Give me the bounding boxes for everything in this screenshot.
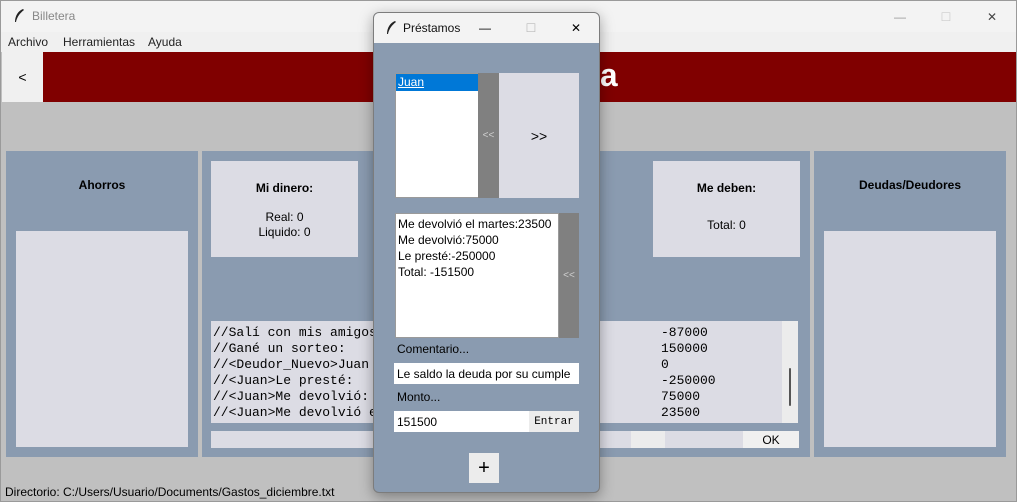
dialog-title: Préstamos <box>403 21 461 35</box>
amount-input[interactable]: 151500 <box>394 411 529 432</box>
log-amount: 75000 <box>661 389 701 404</box>
ahorros-list[interactable] <box>16 231 188 447</box>
close-button[interactable]: ✕ <box>969 1 1015 32</box>
log-amount: 23500 <box>661 405 701 420</box>
dialog-maximize-button[interactable]: ☐ <box>508 13 554 43</box>
plus-icon: + <box>478 456 490 479</box>
prestamos-dialog: Préstamos — ☐ ✕ Juan << >> Me devolvió e… <box>373 12 600 493</box>
menu-herramientas[interactable]: Herramientas <box>63 35 135 49</box>
entry-field-3[interactable] <box>665 431 743 448</box>
log-scroll-thumb[interactable] <box>789 368 791 406</box>
deudas-panel: Deudas/Deudores <box>814 151 1006 457</box>
log-amount: 150000 <box>661 341 708 356</box>
move-left-button[interactable]: << <box>478 73 499 198</box>
history-item[interactable]: Me devolvió el martes:23500 <box>398 216 558 232</box>
mi-dinero-liquido: Liquido: 0 <box>258 225 311 239</box>
enter-button[interactable]: Entrar <box>529 411 579 432</box>
minimize-button[interactable]: — <box>877 1 923 32</box>
history-item[interactable]: Me devolvió:75000 <box>398 232 558 248</box>
dialog-minimize-button[interactable]: — <box>462 13 508 43</box>
me-deben-box: Me deben: Total: 0 <box>653 161 800 257</box>
ahorros-panel: Ahorros <box>6 151 198 457</box>
add-button[interactable]: + <box>469 453 499 483</box>
dialog-close-button[interactable]: ✕ <box>553 13 599 43</box>
status-bar: Directorio: C:/Users/Usuario/Documents/G… <box>5 485 335 499</box>
feather-icon <box>15 9 24 22</box>
window-title: Billetera <box>32 9 76 23</box>
comment-input[interactable]: Le saldo la deuda por su cumple <box>394 363 579 384</box>
me-deben-title: Me deben: <box>696 181 757 195</box>
me-deben-total: Total: 0 <box>707 218 746 232</box>
debtor-item[interactable]: Juan <box>396 74 478 91</box>
log-amount: 0 <box>661 357 669 372</box>
deudas-list[interactable] <box>824 231 996 447</box>
log-amount: -250000 <box>661 373 716 388</box>
log-scrollbar[interactable] <box>782 321 798 423</box>
history-item[interactable]: Total: -151500 <box>398 264 558 280</box>
debtor-listbox[interactable]: Juan <box>395 73 479 198</box>
dialog-title-bar: Préstamos — ☐ ✕ <box>374 13 599 43</box>
back-button[interactable]: < <box>2 52 43 102</box>
feather-icon <box>387 21 396 34</box>
amount-label: Monto... <box>397 390 441 404</box>
history-item[interactable]: Le presté:-250000 <box>398 248 558 264</box>
maximize-button[interactable]: ☐ <box>923 1 969 32</box>
mi-dinero-real: Real: 0 <box>265 210 304 224</box>
comment-label: Comentario... <box>397 342 470 356</box>
entry-field-2[interactable] <box>631 431 665 448</box>
history-remove-button[interactable]: << <box>559 213 579 338</box>
menu-archivo[interactable]: Archivo <box>8 35 48 49</box>
ok-button[interactable]: OK <box>743 431 799 448</box>
move-right-button[interactable]: >> <box>499 73 579 198</box>
deudas-title: Deudas/Deudores <box>858 178 962 192</box>
log-amounts: -87000 150000 0 -250000 75000 23500 <box>661 325 771 421</box>
log-amount: -87000 <box>661 325 708 340</box>
menu-ayuda[interactable]: Ayuda <box>148 35 182 49</box>
history-listbox[interactable]: Me devolvió el martes:23500 Me devolvió:… <box>395 213 559 338</box>
mi-dinero-title: Mi dinero: <box>255 181 314 195</box>
mi-dinero-box: Mi dinero: Real: 0 Liquido: 0 <box>211 161 358 257</box>
ahorros-title: Ahorros <box>78 178 126 192</box>
